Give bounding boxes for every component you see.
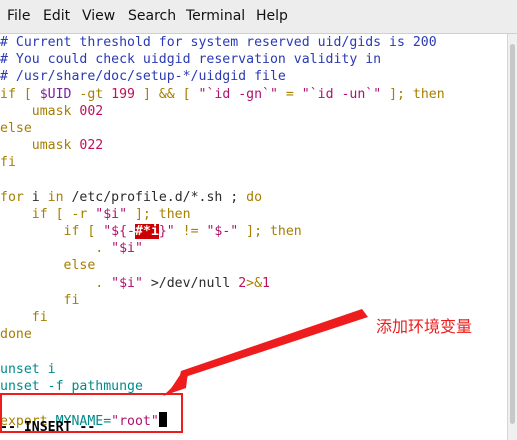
menu-view[interactable]: View [82, 8, 115, 24]
code-line: . "$i" [0, 241, 143, 257]
code-line: # /usr/share/doc/setup-*/uidgid file [0, 69, 286, 85]
menu-file[interactable]: File [7, 8, 30, 24]
code-line: else [0, 120, 32, 136]
code-line-empty [0, 343, 445, 360]
code-line: umask 002 [0, 103, 104, 119]
code-line-empty [0, 172, 445, 189]
search-highlight: #*i [134, 224, 159, 240]
scrollbar-thumb[interactable] [510, 44, 515, 424]
code-line: # You could check uidgid reservation val… [0, 52, 382, 68]
code-line: unset i [0, 361, 56, 377]
code-line: if [ $UID -gt 199 ] && [ "`id -gn`" = "`… [0, 86, 445, 102]
menu-bar: File Edit View Search Terminal Help [0, 0, 517, 34]
terminal-editor[interactable]: # Current threshold for system reserved … [0, 34, 507, 440]
code-line: if [ -r "$i" ]; then [0, 206, 191, 222]
code-line: if [ "${-#*i}" != "$-" ]; then [0, 224, 302, 240]
vertical-scrollbar[interactable] [507, 34, 517, 440]
code-line: for i in /etc/profile.d/*.sh ; do [0, 189, 263, 205]
menu-terminal[interactable]: Terminal [186, 8, 245, 24]
code-line: umask 022 [0, 138, 104, 154]
code-line: fi [0, 292, 80, 308]
code-buffer: # Current threshold for system reserved … [0, 34, 445, 429]
code-line: else [0, 258, 96, 274]
menu-edit[interactable]: Edit [43, 8, 70, 24]
code-line: fi [0, 155, 16, 171]
menu-help[interactable]: Help [256, 8, 288, 24]
annotation-highlight-box [0, 393, 183, 433]
code-line: . "$i" >/dev/null 2>&1 [0, 275, 270, 291]
code-line: # Current threshold for system reserved … [0, 35, 437, 50]
menu-search[interactable]: Search [128, 8, 176, 24]
annotation-label: 添加环境变量 [376, 317, 473, 336]
